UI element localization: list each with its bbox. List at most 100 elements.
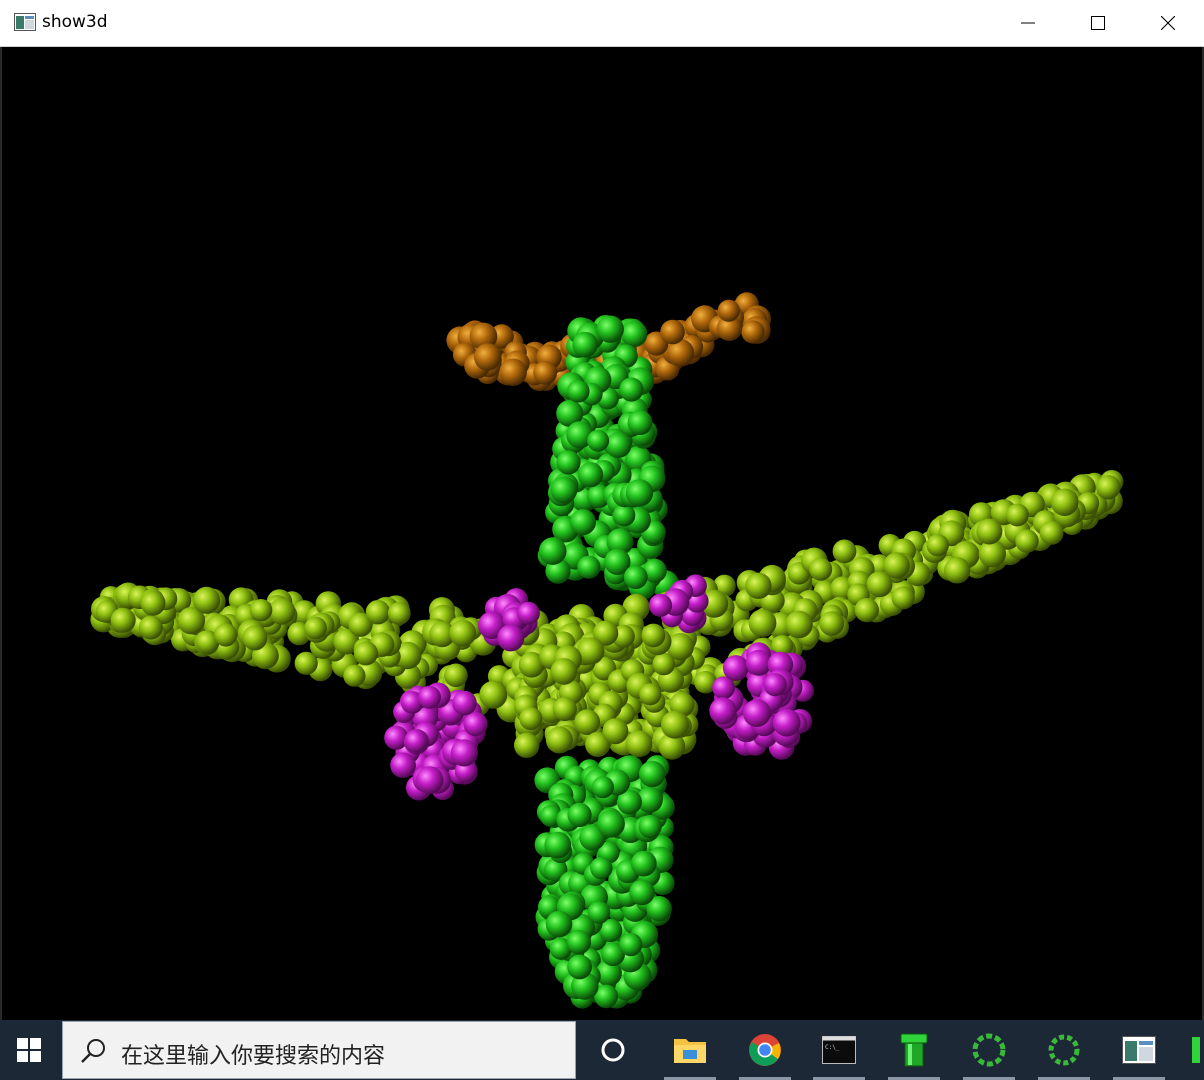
point-sphere [596, 315, 624, 343]
point-sphere [449, 619, 477, 647]
point-sphere [763, 673, 787, 697]
point-sphere [499, 358, 527, 386]
cortana-button[interactable] [583, 1020, 643, 1080]
point-sphere [652, 652, 676, 676]
point-sphere [926, 534, 949, 557]
cortana-icon [601, 1038, 625, 1062]
search-box[interactable]: 在这里输入你要搜索的内容 [62, 1021, 576, 1079]
point-sphere [1039, 520, 1064, 545]
point-sphere [545, 910, 573, 938]
point-sphere [743, 699, 771, 727]
point-sphere [450, 739, 478, 767]
point-sphere [891, 586, 915, 610]
point-sphere [574, 709, 601, 736]
taskbar-app-file-explorer[interactable] [660, 1020, 720, 1080]
fuselage-front-points [534, 755, 675, 1009]
title-bar[interactable]: show3d [0, 0, 1204, 47]
taskbar-app-loading-2[interactable] [1034, 1020, 1094, 1080]
airplane-point-cloud[interactable] [2, 47, 1202, 1020]
point-sphere [1015, 529, 1039, 553]
point-sphere [832, 539, 857, 564]
point-sphere [709, 697, 737, 725]
point-sphere [1050, 488, 1079, 517]
terminal-icon: C:\_ [822, 1036, 856, 1064]
point-sphere [545, 726, 573, 754]
windows-logo-icon [17, 1038, 41, 1062]
point-sphere [556, 450, 581, 475]
point-sphere [621, 320, 648, 348]
search-placeholder: 在这里输入你要搜索的内容 [121, 1044, 386, 1069]
point-sphere [497, 624, 525, 652]
point-sphere [138, 615, 163, 640]
point-sphere [722, 655, 749, 681]
loading-ring-icon [972, 1033, 1006, 1067]
point-sphere [452, 690, 477, 716]
point-sphere [587, 429, 610, 452]
point-sphere [550, 476, 578, 504]
point-sphere [1096, 475, 1121, 500]
point-sphere [519, 707, 543, 731]
file-explorer-icon [674, 1039, 706, 1063]
app-icon [14, 13, 36, 31]
point-sphere [854, 598, 879, 623]
point-sphere [193, 586, 221, 614]
point-sphere [809, 557, 833, 581]
point-sphere [570, 509, 596, 536]
point-sphere [567, 954, 592, 980]
point-sphere [533, 361, 557, 385]
taskbar-app-pipe[interactable] [884, 1020, 944, 1080]
point-sphere [623, 565, 648, 590]
point-sphere [638, 814, 662, 839]
taskbar-app-partial[interactable] [1184, 1020, 1204, 1080]
point-sphere [538, 537, 567, 565]
point-sphere [619, 377, 644, 402]
pipe-app-icon [900, 1033, 928, 1067]
start-button[interactable] [0, 1020, 58, 1080]
point-sphere [268, 598, 296, 625]
point-sphere [415, 766, 444, 794]
taskbar-app-chrome[interactable] [735, 1020, 795, 1080]
point-sphere [605, 432, 632, 458]
taskbar-app-terminal[interactable]: C:\_ [809, 1020, 869, 1080]
point-sphere [625, 730, 653, 758]
point-sphere [566, 929, 591, 955]
point-sphere [639, 683, 662, 706]
chrome-icon [749, 1034, 781, 1066]
taskbar-app-window[interactable] [1109, 1020, 1169, 1080]
search-icon [81, 1039, 105, 1063]
point-sphere [883, 552, 910, 579]
point-sphere [625, 479, 654, 507]
point-sphere [552, 696, 577, 722]
point-sphere [474, 343, 502, 371]
point-sphere [514, 732, 540, 758]
point-sphere [639, 760, 666, 788]
point-sphere [343, 664, 366, 687]
taskbar-app-loading-1[interactable] [959, 1020, 1019, 1080]
svg-text:C:\_: C:\_ [825, 1044, 840, 1051]
point-sphere [641, 623, 666, 648]
point-sphere [365, 600, 391, 625]
point-sphere [590, 856, 613, 880]
point-sphere [748, 609, 777, 637]
minimize-button[interactable] [993, 0, 1063, 46]
point-sphere [567, 380, 590, 403]
close-button[interactable] [1133, 0, 1203, 46]
3d-viewport[interactable] [2, 47, 1202, 1020]
point-sphere [578, 462, 604, 488]
minimize-icon [1021, 22, 1035, 24]
point-sphere [717, 299, 740, 322]
point-sphere [1006, 503, 1029, 527]
point-sphere [387, 601, 411, 625]
point-sphere [587, 901, 611, 924]
point-sphere [390, 752, 416, 778]
window-app-icon [1122, 1036, 1156, 1064]
point-sphere [943, 557, 971, 584]
point-sphere [249, 599, 273, 622]
point-sphere [304, 616, 327, 640]
point-sphere [353, 641, 378, 666]
loading-ring-icon [1048, 1034, 1080, 1066]
point-sphere [629, 879, 655, 906]
maximize-button[interactable] [1063, 0, 1133, 46]
close-icon [1161, 16, 1175, 30]
point-sphere [741, 320, 765, 344]
